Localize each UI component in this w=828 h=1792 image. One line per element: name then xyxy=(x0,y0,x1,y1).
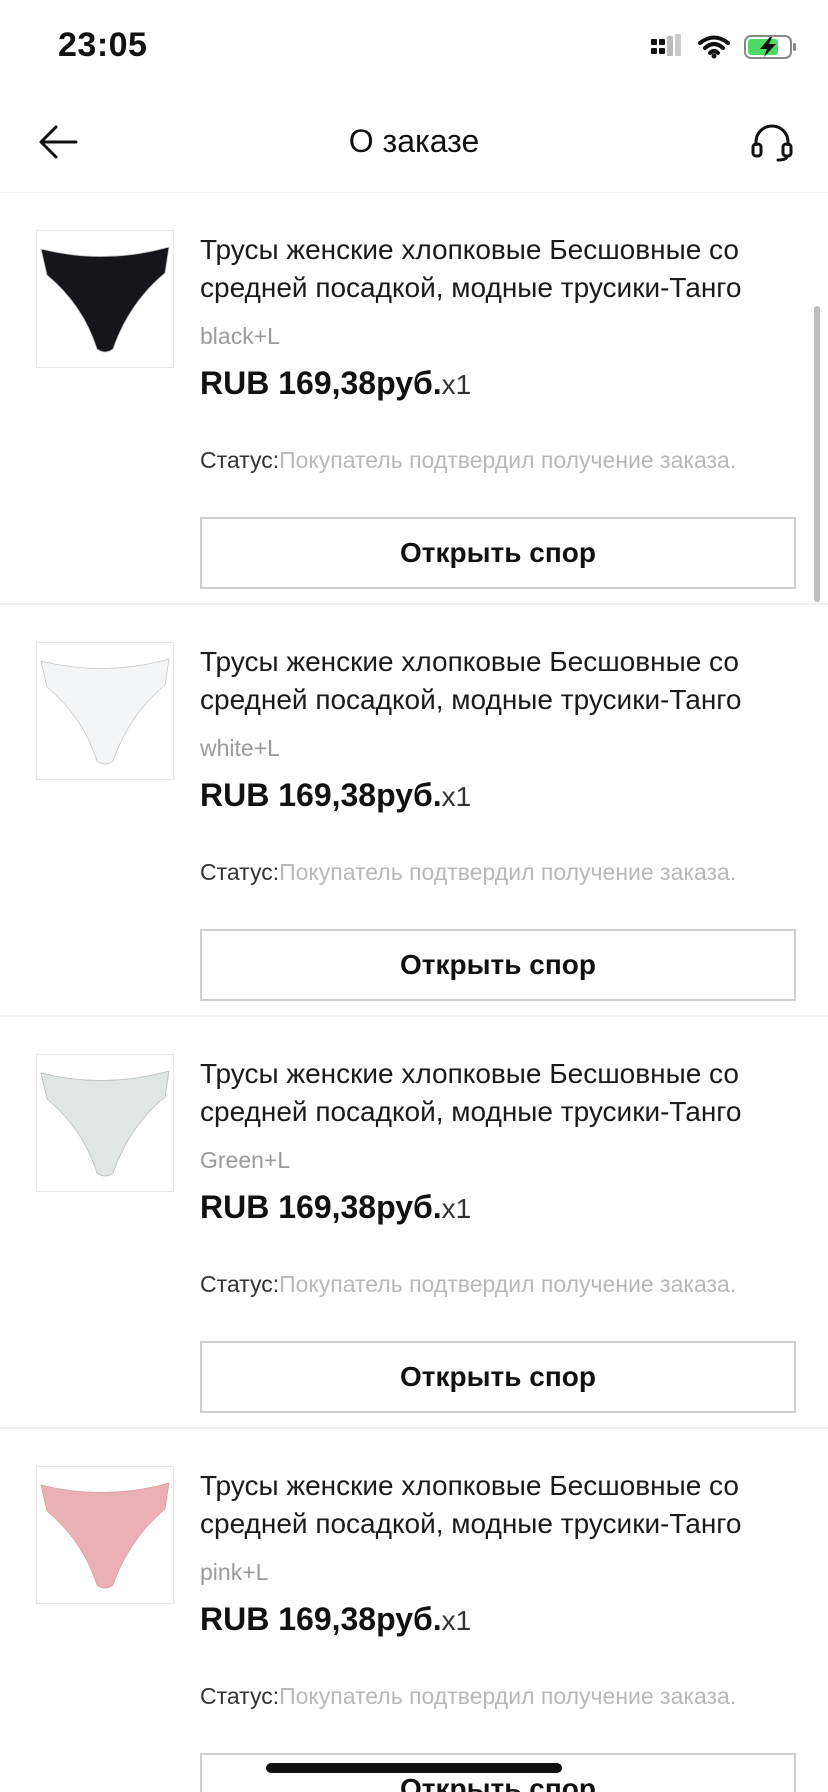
status-label: Статус: xyxy=(200,1683,280,1709)
open-dispute-button[interactable]: Открыть спор xyxy=(200,517,796,589)
order-item: Трусы женские хлопковые Бесшовные со сре… xyxy=(0,605,828,1017)
page-title: О заказе xyxy=(348,123,480,159)
product-title[interactable]: Трусы женские хлопковые Бесшовные со сре… xyxy=(200,643,800,719)
product-variant: black+L xyxy=(200,323,280,349)
underwear-image xyxy=(40,1482,170,1589)
wifi-icon xyxy=(698,35,730,64)
product-title[interactable]: Трусы женские хлопковые Бесшовные со сре… xyxy=(200,1055,800,1131)
garment-shape xyxy=(40,246,170,353)
status-label: Статус: xyxy=(200,447,280,473)
price-amount: RUB 169,38руб. xyxy=(200,1189,442,1225)
status-label: Статус: xyxy=(200,1271,280,1297)
order-item: Трусы женские хлопковые Бесшовные со сре… xyxy=(0,1017,828,1429)
order-status: Статус:Покупатель подтвердил получение з… xyxy=(200,1271,736,1298)
headset-icon xyxy=(750,122,794,167)
underwear-image xyxy=(40,658,170,765)
product-price: RUB 169,38руб.x1 xyxy=(200,1189,471,1226)
status-value: Покупатель подтвердил получение заказа. xyxy=(279,1683,737,1709)
garment-shape xyxy=(40,1070,170,1177)
product-variant: white+L xyxy=(200,735,280,761)
status-value: Покупатель подтвердил получение заказа. xyxy=(279,447,737,473)
underwear-image xyxy=(40,246,170,353)
price-amount: RUB 169,38руб. xyxy=(200,1601,442,1637)
quantity: x1 xyxy=(441,1605,472,1636)
product-thumbnail[interactable] xyxy=(36,1466,174,1604)
status-value: Покупатель подтвердил получение заказа. xyxy=(279,859,737,885)
underwear-image xyxy=(40,1070,170,1177)
order-item: Трусы женские хлопковые Бесшовные со сре… xyxy=(0,193,828,605)
support-button[interactable] xyxy=(744,116,800,172)
order-status: Статус:Покупатель подтвердил получение з… xyxy=(200,859,736,886)
order-status: Статус:Покупатель подтвердил получение з… xyxy=(200,1683,736,1710)
product-title[interactable]: Трусы женские хлопковые Бесшовные со сре… xyxy=(200,1467,800,1543)
quantity: x1 xyxy=(441,781,472,812)
product-price: RUB 169,38руб.x1 xyxy=(200,365,471,402)
status-time: 23:05 xyxy=(58,26,148,64)
open-dispute-button[interactable]: Открыть спор xyxy=(200,1341,796,1413)
product-thumbnail[interactable] xyxy=(36,642,174,780)
price-amount: RUB 169,38руб. xyxy=(200,365,442,401)
product-thumbnail[interactable] xyxy=(36,1054,174,1192)
product-thumbnail[interactable] xyxy=(36,230,174,368)
signal-icon xyxy=(650,34,684,65)
status-label: Статус: xyxy=(200,859,280,885)
garment-shape xyxy=(40,1482,170,1589)
quantity: x1 xyxy=(441,369,472,400)
order-status: Статус:Покупатель подтвердил получение з… xyxy=(200,447,736,474)
scrollbar[interactable] xyxy=(814,306,820,602)
order-item: Трусы женские хлопковые Бесшовные со сре… xyxy=(0,1429,828,1792)
status-value: Покупатель подтвердил получение заказа. xyxy=(279,1271,737,1297)
price-amount: RUB 169,38руб. xyxy=(200,777,442,813)
header-bar: О заказе xyxy=(0,96,828,193)
status-bar: 23:05 xyxy=(0,0,828,96)
quantity: x1 xyxy=(441,1193,472,1224)
open-dispute-button[interactable]: Открыть спор xyxy=(200,929,796,1001)
product-variant: pink+L xyxy=(200,1559,269,1585)
order-details-screen: 23:05 О заказе Трусы женские хлопковые Б… xyxy=(0,0,828,1792)
order-items-list: Трусы женские хлопковые Бесшовные со сре… xyxy=(0,193,828,1792)
product-variant: Green+L xyxy=(200,1147,291,1173)
status-icons xyxy=(650,34,798,65)
garment-shape xyxy=(40,658,170,765)
product-price: RUB 169,38руб.x1 xyxy=(200,1601,471,1638)
home-indicator[interactable] xyxy=(266,1763,562,1773)
product-title[interactable]: Трусы женские хлопковые Бесшовные со сре… xyxy=(200,231,800,307)
product-price: RUB 169,38руб.x1 xyxy=(200,777,471,814)
battery-charging-icon xyxy=(744,34,798,65)
